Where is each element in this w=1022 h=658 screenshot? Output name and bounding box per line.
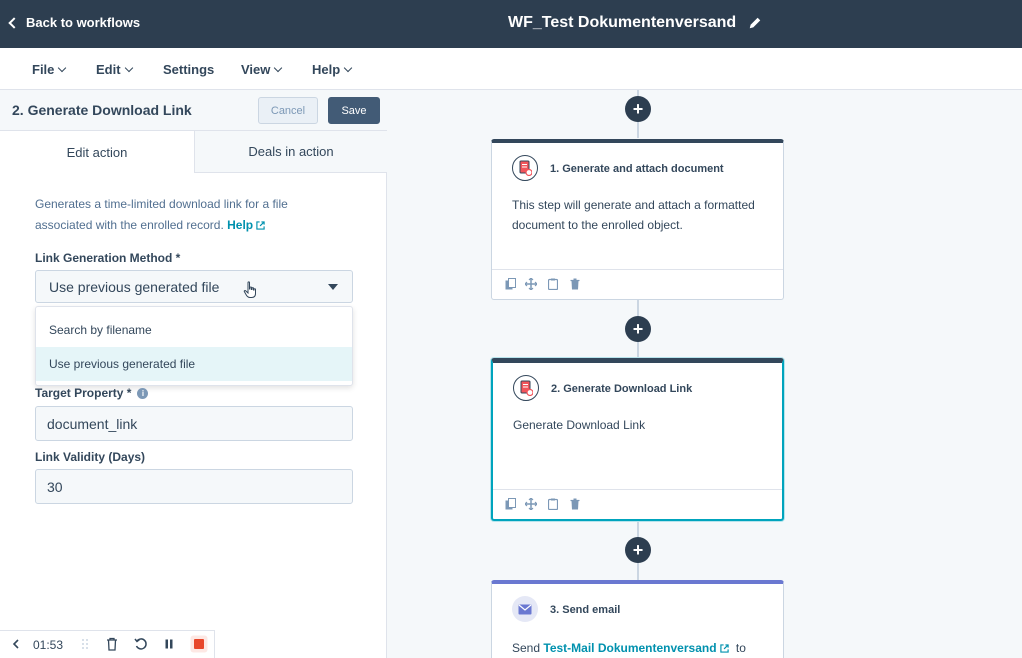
- target-property-label: Target Property * i: [35, 386, 149, 400]
- tab-edit-action[interactable]: Edit action: [0, 131, 194, 173]
- step-title: 2. Generate Download Link: [551, 383, 693, 395]
- select-value: Use previous generated file: [49, 278, 220, 295]
- step-description: Send Test-Mail Dokumentenversand to: [512, 638, 772, 658]
- action-description: Generates a time-limited download link f…: [35, 194, 345, 236]
- step-toolbar: [492, 269, 783, 299]
- pause-icon[interactable]: [163, 637, 175, 651]
- info-icon[interactable]: i: [137, 387, 149, 399]
- add-step-button[interactable]: +: [625, 316, 651, 342]
- tab-deals-in-action[interactable]: Deals in action: [194, 131, 387, 173]
- copy-icon[interactable]: [504, 498, 516, 510]
- step-description: Generate Download Link: [513, 418, 646, 432]
- chevron-left-icon[interactable]: [12, 637, 20, 651]
- panel-title: 2. Generate Download Link: [12, 102, 192, 118]
- restart-icon[interactable]: [134, 637, 148, 651]
- menu-view-label: View: [241, 62, 271, 77]
- chevron-down-icon: [274, 63, 283, 73]
- external-link-icon: [719, 644, 729, 654]
- target-property-label-text: Target Property *: [35, 386, 132, 400]
- menu-bar: File Edit Settings View Help: [0, 48, 1022, 90]
- help-link[interactable]: Help: [227, 218, 265, 232]
- back-link-label: Back to workflows: [26, 15, 141, 30]
- workflow-step-card[interactable]: 3. Send email Send Test-Mail Dokumentenv…: [491, 580, 784, 658]
- link-validity-input[interactable]: 30: [35, 469, 353, 504]
- method-dropdown-menu: Search by filename Use previous generate…: [35, 306, 353, 386]
- menu-edit-label: Edit: [96, 62, 121, 77]
- document-icon: [512, 155, 538, 181]
- chevron-down-icon: [328, 284, 338, 290]
- chevron-down-icon: [124, 63, 133, 73]
- email-body-suffix: to: [735, 641, 746, 655]
- save-button[interactable]: Save: [328, 97, 380, 124]
- cancel-button[interactable]: Cancel: [258, 97, 318, 124]
- menu-settings[interactable]: Settings: [163, 62, 214, 77]
- clipboard-icon[interactable]: [547, 498, 559, 510]
- top-bar: Back to workflows WF_Test Dokumentenvers…: [0, 0, 1022, 48]
- menu-settings-label: Settings: [163, 62, 215, 77]
- option-search-by-filename[interactable]: Search by filename: [36, 313, 352, 347]
- chevron-down-icon: [343, 63, 353, 73]
- workflow-step-card[interactable]: 1. Generate and attach document This ste…: [491, 139, 784, 300]
- hand-cursor-icon: [243, 281, 256, 298]
- copy-icon[interactable]: [504, 278, 516, 290]
- move-icon[interactable]: [525, 278, 537, 290]
- external-link-icon: [256, 221, 265, 231]
- step-title: 3. Send email: [550, 604, 621, 616]
- trash-icon[interactable]: [569, 498, 581, 510]
- clipboard-icon[interactable]: [547, 278, 559, 290]
- drag-handle-icon[interactable]: [79, 637, 91, 651]
- trash-icon[interactable]: [106, 637, 118, 651]
- panel-header: 2. Generate Download Link Cancel Save: [0, 90, 387, 131]
- step-title: 1. Generate and attach document: [550, 163, 724, 175]
- menu-file[interactable]: File: [32, 62, 67, 77]
- menu-help[interactable]: Help: [312, 62, 353, 77]
- stop-recording-icon[interactable]: [190, 635, 208, 653]
- link-generation-method-label: Link Generation Method *: [35, 251, 181, 265]
- chevron-down-icon: [58, 63, 67, 73]
- option-use-previous-generated-file[interactable]: Use previous generated file: [36, 347, 352, 381]
- target-property-input[interactable]: document_link: [35, 406, 353, 441]
- link-validity-label: Link Validity (Days): [35, 450, 146, 464]
- email-body-prefix: Send: [512, 641, 541, 655]
- help-link-label: Help: [227, 218, 254, 232]
- workflow-canvas[interactable]: + + + 1. Generate and attach document Th…: [388, 90, 1022, 658]
- document-icon: [513, 375, 539, 401]
- link-generation-method-select[interactable]: Use previous generated file: [35, 270, 353, 303]
- workflow-step-card-active[interactable]: 2. Generate Download Link Generate Downl…: [491, 358, 784, 521]
- workflow-title[interactable]: WF_Test Dokumentenversand: [508, 14, 762, 32]
- email-template-link-label: Test-Mail Dokumentenversand: [543, 641, 717, 655]
- screen-recorder-bar: 01:53: [0, 630, 215, 658]
- back-to-workflows-link[interactable]: Back to workflows: [8, 15, 141, 30]
- menu-edit[interactable]: Edit: [96, 62, 133, 77]
- panel-tabs: Edit action Deals in action: [0, 131, 387, 173]
- workflow-title-text: WF_Test Dokumentenversand: [508, 14, 737, 31]
- trash-icon[interactable]: [569, 278, 581, 290]
- pencil-icon[interactable]: [748, 16, 762, 30]
- step-toolbar: [493, 489, 782, 519]
- action-edit-panel: 2. Generate Download Link Cancel Save Ed…: [0, 90, 387, 658]
- menu-view[interactable]: View: [241, 62, 283, 77]
- menu-help-label: Help: [312, 62, 341, 77]
- email-template-link[interactable]: Test-Mail Dokumentenversand: [543, 641, 729, 655]
- envelope-icon: [512, 596, 538, 622]
- recording-time: 01:53: [33, 638, 64, 652]
- add-step-button[interactable]: +: [625, 537, 651, 563]
- chevron-left-icon: [8, 16, 20, 29]
- menu-file-label: File: [32, 62, 55, 77]
- add-step-button[interactable]: +: [625, 96, 651, 122]
- step-description: This step will generate and attach a for…: [512, 198, 755, 232]
- move-icon[interactable]: [525, 498, 537, 510]
